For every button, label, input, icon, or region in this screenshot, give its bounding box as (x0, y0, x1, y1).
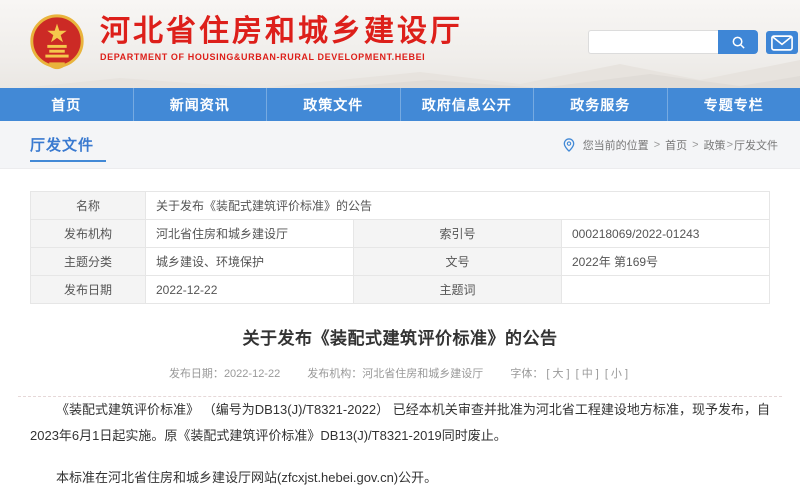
breadcrumb-separator: > (727, 139, 733, 151)
info-row-agency: 发布机构 河北省住房和城乡建设厅 索引号 000218069/2022-0124… (31, 220, 770, 248)
nav-item-news[interactable]: 新闻资讯 (134, 88, 268, 121)
article-paragraph: 本标准在河北省住房和城乡建设厅网站(zfcxjst.hebei.gov.cn)公… (30, 465, 770, 491)
font-size-label: 字体： (510, 368, 543, 380)
nav-item-policy-documents[interactable]: 政策文件 (267, 88, 401, 121)
nav-item-info-disclosure[interactable]: 政府信息公开 (401, 88, 535, 121)
info-row-name: 名称 关于发布《装配式建筑评价标准》的公告 (31, 192, 770, 220)
location-pin-icon (563, 138, 575, 152)
page: 河北省住房和城乡建设厅 DEPARTMENT OF HOUSING&URBAN-… (0, 0, 800, 486)
mail-icon (771, 35, 793, 51)
subheader: 厅发文件 您当前的位置 > 首页 > 政策 > 厅发文件 (0, 121, 800, 169)
font-size-small[interactable]: [ 小 ] (605, 368, 628, 380)
breadcrumb-policy[interactable]: 政策 (704, 137, 726, 153)
main-nav: 首页 新闻资讯 政策文件 政府信息公开 政务服务 专题专栏 (0, 88, 800, 121)
breadcrumb-separator: > (654, 139, 660, 151)
article-meta: 发布日期：2022-12-22 发布机构：河北省住房和城乡建设厅 字体：[ 大 … (0, 365, 800, 381)
info-label: 索引号 (354, 220, 562, 248)
breadcrumb-current[interactable]: 厅发文件 (734, 137, 778, 153)
document-content: 名称 关于发布《装配式建筑评价标准》的公告 发布机构 河北省住房和城乡建设厅 索… (0, 169, 800, 491)
document-info-table: 名称 关于发布《装配式建筑评价标准》的公告 发布机构 河北省住房和城乡建设厅 索… (30, 191, 770, 304)
font-size-medium[interactable]: [ 中 ] (576, 368, 599, 380)
site-header: 河北省住房和城乡建设厅 DEPARTMENT OF HOUSING&URBAN-… (0, 0, 800, 88)
publish-agency-label: 发布机构： (307, 368, 362, 380)
publish-agency-value: 河北省住房和城乡建设厅 (362, 368, 483, 380)
search-input[interactable] (588, 30, 723, 54)
article-paragraph: 《装配式建筑评价标准》 （编号为DB13(J)/T8321-2022） 已经本机… (30, 397, 770, 449)
info-row-category: 主题分类 城乡建设、环境保护 文号 2022年 第169号 (31, 248, 770, 276)
info-value: 000218069/2022-01243 (562, 220, 770, 248)
section-title-underline (30, 160, 106, 162)
article-body: 《装配式建筑评价标准》 （编号为DB13(J)/T8321-2022） 已经本机… (30, 397, 770, 491)
info-label: 主题词 (354, 276, 562, 304)
font-size-large[interactable]: [ 大 ] (546, 368, 569, 380)
info-value: 2022年 第169号 (562, 248, 770, 276)
search-button[interactable] (718, 30, 758, 54)
breadcrumb-separator: > (692, 139, 698, 151)
site-subtitle: DEPARTMENT OF HOUSING&URBAN-RURAL DEVELO… (100, 52, 463, 62)
info-value: 关于发布《装配式建筑评价标准》的公告 (146, 192, 770, 220)
info-label: 文号 (354, 248, 562, 276)
info-row-date: 发布日期 2022-12-22 主题词 (31, 276, 770, 304)
publish-date: 发布日期：2022-12-22 (169, 368, 280, 380)
info-label: 发布机构 (31, 220, 146, 248)
breadcrumb-prefix: 您当前的位置 (583, 137, 649, 153)
publish-date-value: 2022-12-22 (224, 368, 280, 380)
nav-item-gov-services[interactable]: 政务服务 (534, 88, 668, 121)
info-label: 名称 (31, 192, 146, 220)
mail-button[interactable] (766, 31, 798, 54)
info-value: 河北省住房和城乡建设厅 (146, 220, 354, 248)
national-emblem (26, 12, 88, 74)
search-icon (731, 35, 746, 50)
nav-item-home[interactable]: 首页 (0, 88, 134, 121)
breadcrumb-home[interactable]: 首页 (665, 137, 687, 153)
publish-agency: 发布机构：河北省住房和城乡建设厅 (307, 368, 483, 380)
info-label: 发布日期 (31, 276, 146, 304)
info-value: 2022-12-22 (146, 276, 354, 304)
section-title: 厅发文件 (30, 134, 94, 155)
article-title: 关于发布《装配式建筑评价标准》的公告 (30, 324, 770, 349)
info-label: 主题分类 (31, 248, 146, 276)
font-size-controls: 字体：[ 大 ] [ 中 ] [ 小 ] (510, 368, 631, 380)
publish-date-label: 发布日期： (169, 368, 224, 380)
info-value: 城乡建设、环境保护 (146, 248, 354, 276)
nav-item-special-columns[interactable]: 专题专栏 (668, 88, 800, 121)
site-title: 河北省住房和城乡建设厅 (100, 15, 463, 49)
info-value (562, 276, 770, 304)
site-branding: 河北省住房和城乡建设厅 DEPARTMENT OF HOUSING&URBAN-… (100, 15, 463, 62)
breadcrumb: 您当前的位置 > 首页 > 政策 > 厅发文件 (563, 121, 778, 168)
